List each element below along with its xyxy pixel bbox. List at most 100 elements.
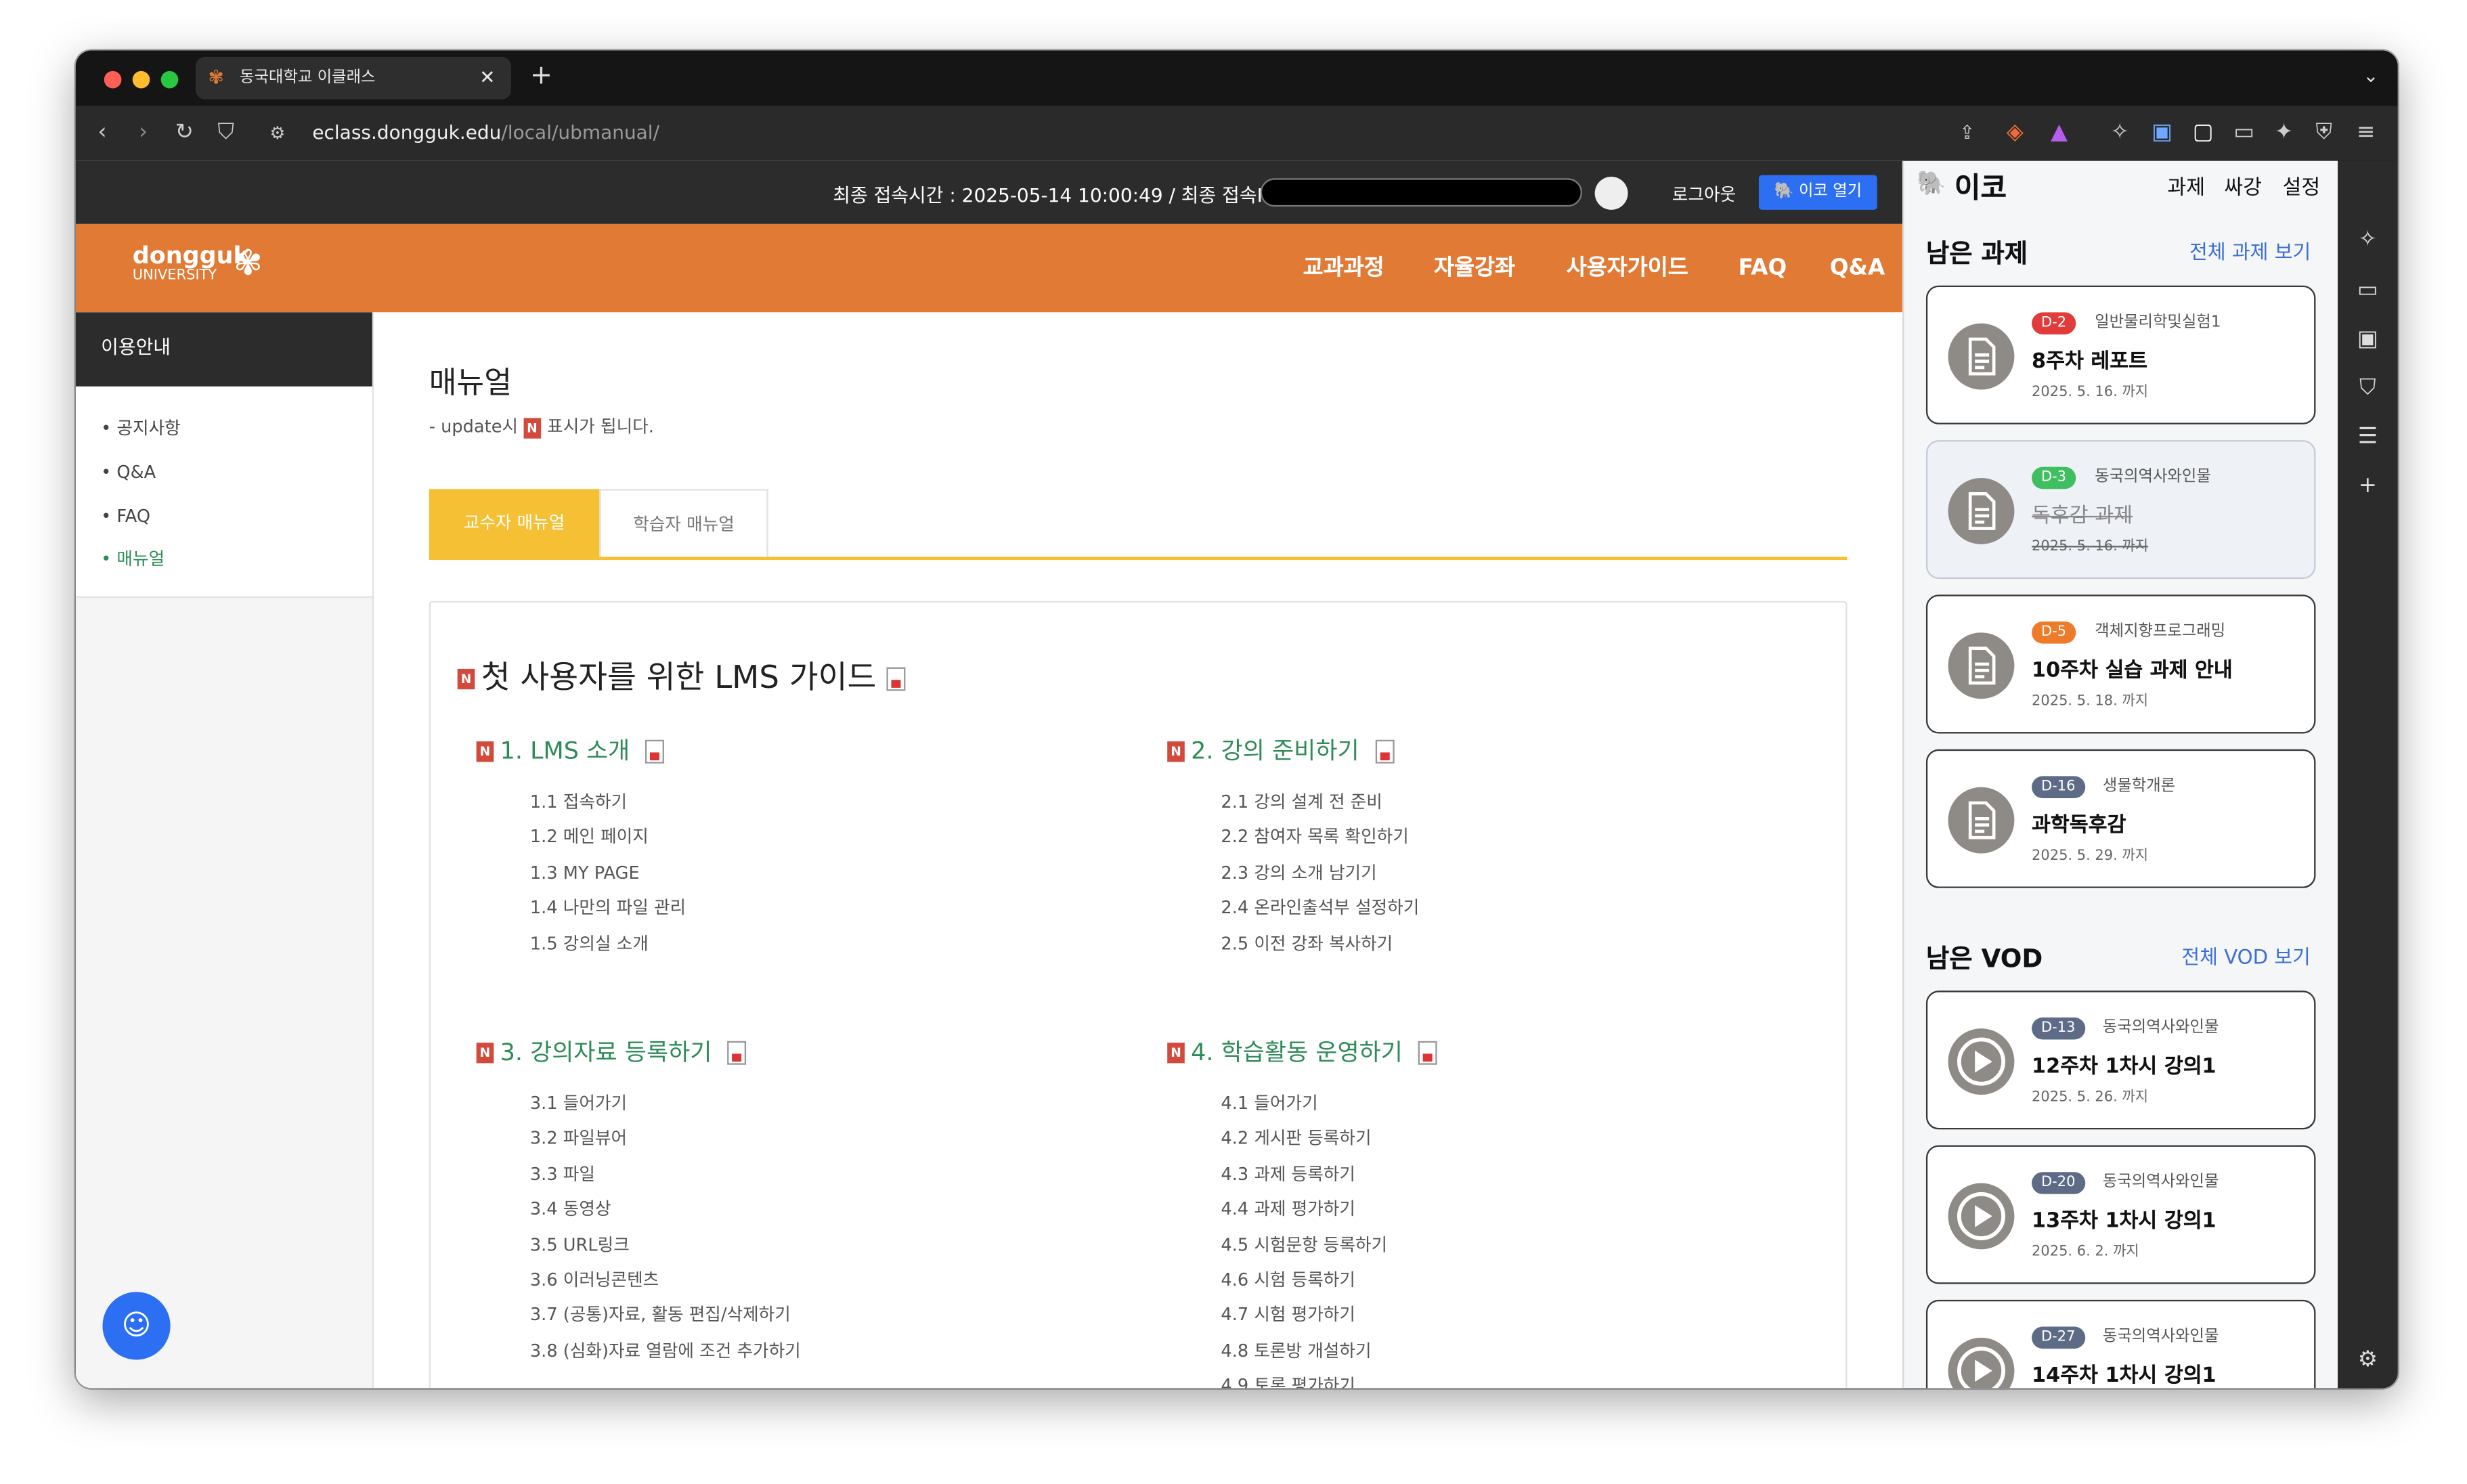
leo-ai-icon[interactable]: ✦ <box>2275 120 2293 147</box>
share-icon[interactable]: ⇪ <box>1959 120 1975 147</box>
main-content: 매뉴얼 - update시 N 표시가 됩니다. 교수자 매뉴얼 학습자 매뉴얼 … <box>374 312 1902 1389</box>
new-tab-button[interactable]: + <box>530 60 552 92</box>
list-item[interactable]: 3.3 파일 <box>530 1158 801 1193</box>
minimize-window-button[interactable] <box>132 70 150 89</box>
logout-link[interactable]: 로그아웃 <box>1672 181 1736 206</box>
university-logo[interactable]: dongguk UNIVERSITY ✾ <box>133 244 263 286</box>
assignment-card[interactable]: D-5 객체지향프로그래밍 10주차 실습 과제 안내 2025. 5. 18. 까지 <box>1925 594 2316 734</box>
reading-list-icon[interactable]: ☰ <box>2355 424 2380 450</box>
nav-qa[interactable]: Q&A <box>1830 254 1885 282</box>
list-item[interactable]: 1.1 접속하기 <box>530 785 686 821</box>
vod-card[interactable]: D-20 동국의역사와인물 13주차 1차시 강의1 2025. 6. 2. 까지 <box>1925 1145 2316 1284</box>
list-item[interactable]: 2.4 온라인출석부 설정하기 <box>1221 892 1419 927</box>
assignment-card[interactable]: D-16 생물학개론 과학독후감 2025. 5. 29. 까지 <box>1925 749 2316 888</box>
card-title: 14주차 1차시 강의1 <box>2032 1364 2217 1389</box>
pdf-icon[interactable] <box>886 667 905 691</box>
all-assignments-link[interactable]: 전체 과제 보기 <box>2189 235 2311 265</box>
list-item[interactable]: 1.2 메인 페이지 <box>530 821 686 856</box>
sidebar-toggle-icon[interactable]: ▣ <box>2152 120 2173 147</box>
list-item[interactable]: 4.5 시험문항 등록하기 <box>1221 1228 1387 1263</box>
panel-tab-settings[interactable]: 설정 <box>2283 171 2321 200</box>
list-item[interactable]: 4.2 게시판 등록하기 <box>1221 1122 1387 1158</box>
open-ikco-button[interactable]: 🐘 이코 열기 <box>1758 175 1877 210</box>
wallet-icon[interactable]: ▭ <box>2233 120 2254 147</box>
browser-tab[interactable]: ✾ 동국대학교 이클래스 ✕ <box>195 56 511 100</box>
section-3-title[interactable]: N 3. 강의자료 등록하기 <box>476 1036 747 1068</box>
tab-title: 동국대학교 이클래스 <box>240 69 376 87</box>
close-tab-icon[interactable]: ✕ <box>479 57 495 100</box>
list-item[interactable]: 3.7 (공통)자료, 활동 편집/삭제하기 <box>530 1299 801 1334</box>
left-sidebar: 이용안내 • 공지사항 • Q&A • FAQ • 매뉴얼 ☺ <box>75 312 374 1389</box>
list-item[interactable]: 3.4 동영상 <box>530 1193 801 1228</box>
extensions-icon[interactable]: ✧ <box>2111 120 2129 147</box>
list-item[interactable]: 1.4 나만의 파일 관리 <box>530 892 686 927</box>
rewards-icon[interactable]: ▲ <box>2051 120 2068 147</box>
pdf-icon[interactable] <box>645 739 665 764</box>
tab-list-chevron-icon[interactable]: ⌄ <box>2363 65 2378 87</box>
brave-shield-icon[interactable]: ◈ <box>2007 120 2024 147</box>
vpn-shield-icon[interactable]: ⛨ <box>2315 120 2332 147</box>
assignment-card[interactable]: D-2 일반물리학및실험1 8주차 레포트 2025. 5. 16. 까지 <box>1925 285 2316 424</box>
tab-student-manual[interactable]: 학습자 매뉴얼 <box>599 489 768 559</box>
list-item[interactable]: 4.7 시험 평가하기 <box>1221 1299 1387 1334</box>
sidebar-item-manual[interactable]: • 매뉴얼 <box>101 549 165 571</box>
close-window-button[interactable] <box>104 70 122 89</box>
list-item[interactable]: 4.8 토론방 개설하기 <box>1221 1334 1387 1370</box>
section-4-title[interactable]: N 4. 학습활동 운영하기 <box>1167 1036 1438 1068</box>
address-bar[interactable]: eclass.dongguk.edu/local/ubmanual/ <box>312 120 659 147</box>
list-item[interactable]: 3.6 이러닝콘텐츠 <box>530 1263 801 1298</box>
assignment-card[interactable]: D-3 동국의역사와인물 독후감 과제 2025. 5. 16. 까지 <box>1925 440 2316 580</box>
nav-self-course[interactable]: 자율강좌 <box>1434 254 1515 282</box>
list-item[interactable]: 3.2 파일뷰어 <box>530 1122 801 1158</box>
list-item[interactable]: 4.1 들어가기 <box>1221 1087 1387 1122</box>
menu-icon[interactable]: ≡ <box>2357 120 2375 147</box>
list-item[interactable]: 1.3 MY PAGE <box>530 856 686 892</box>
section-1-title[interactable]: N 1. LMS 소개 <box>476 735 665 767</box>
list-item[interactable]: 2.1 강의 설계 전 준비 <box>1221 785 1419 821</box>
avatar[interactable] <box>1594 176 1628 210</box>
panel-icon[interactable]: ▢ <box>2193 120 2214 147</box>
nav-curriculum[interactable]: 교과과정 <box>1303 254 1384 282</box>
all-vod-link[interactable]: 전체 VOD 보기 <box>2181 940 2310 970</box>
panel-tab-vod[interactable]: 싸강 <box>2224 171 2262 200</box>
section-2-title[interactable]: N 2. 강의 준비하기 <box>1167 735 1394 767</box>
pdf-icon[interactable] <box>1418 1041 1438 1065</box>
list-item[interactable]: 4.9 토론 평가하기 <box>1221 1370 1387 1388</box>
nav-faq[interactable]: FAQ <box>1739 254 1787 282</box>
list-item[interactable]: 2.5 이전 강좌 복사하기 <box>1221 927 1419 962</box>
settings-gear-icon[interactable]: ⚙ <box>2355 1347 2380 1372</box>
list-item[interactable]: 1.5 강의실 소개 <box>530 927 686 962</box>
list-item[interactable]: 3.5 URL링크 <box>530 1228 801 1263</box>
sidebar-item-qa[interactable]: • Q&A <box>101 462 156 485</box>
lotus-logo-icon: ✾ <box>233 244 263 284</box>
tab-instructor-manual[interactable]: 교수자 매뉴얼 <box>429 489 600 559</box>
reload-icon[interactable]: ↻ <box>175 120 194 147</box>
list-item[interactable]: 4.6 시험 등록하기 <box>1221 1263 1387 1298</box>
chat-bot-icon[interactable]: ☺ <box>102 1292 171 1360</box>
site-settings-icon[interactable]: ⚙ <box>269 120 285 147</box>
nav-user-guide[interactable]: 사용자가이드 <box>1567 254 1688 282</box>
bookmarks-icon[interactable]: ⛉ <box>2355 376 2380 401</box>
list-item[interactable]: 4.4 과제 평가하기 <box>1221 1193 1387 1228</box>
media-icon[interactable]: ▭ <box>2355 278 2380 303</box>
list-item[interactable]: 3.1 들어가기 <box>530 1087 801 1122</box>
list-item[interactable]: 2.2 참여자 목록 확인하기 <box>1221 821 1419 856</box>
bookmark-icon[interactable]: ⛉ <box>218 120 234 147</box>
pdf-icon[interactable] <box>1374 739 1394 764</box>
list-item[interactable]: 3.8 (심화)자료 열람에 조건 추가하기 <box>530 1334 801 1370</box>
forward-icon[interactable]: › <box>139 120 148 147</box>
sidebar-item-faq[interactable]: • FAQ <box>101 506 150 529</box>
vod-card[interactable]: D-13 동국의역사와인물 12주차 1차시 강의1 2025. 5. 26. 까지 <box>1925 990 2316 1130</box>
add-icon[interactable]: + <box>2355 473 2380 498</box>
wallet-icon[interactable]: ▣ <box>2355 326 2380 351</box>
back-icon[interactable]: ‹ <box>97 120 106 147</box>
sidebar-item-notice[interactable]: • 공지사항 <box>101 418 181 440</box>
list-item[interactable]: 4.3 과제 등록하기 <box>1221 1158 1387 1193</box>
vod-card[interactable]: D-27 동국의역사와인물 14주차 1차시 강의1 <box>1925 1299 2316 1389</box>
pdf-icon[interactable] <box>727 1041 747 1065</box>
leo-icon[interactable]: ✧ <box>2355 227 2380 253</box>
panel-tab-assignments[interactable]: 과제 <box>2167 171 2205 200</box>
list-item[interactable]: 2.3 강의 소개 남기기 <box>1221 856 1419 892</box>
favicon-icon: ✾ <box>208 66 225 89</box>
maximize-window-button[interactable] <box>160 70 179 89</box>
